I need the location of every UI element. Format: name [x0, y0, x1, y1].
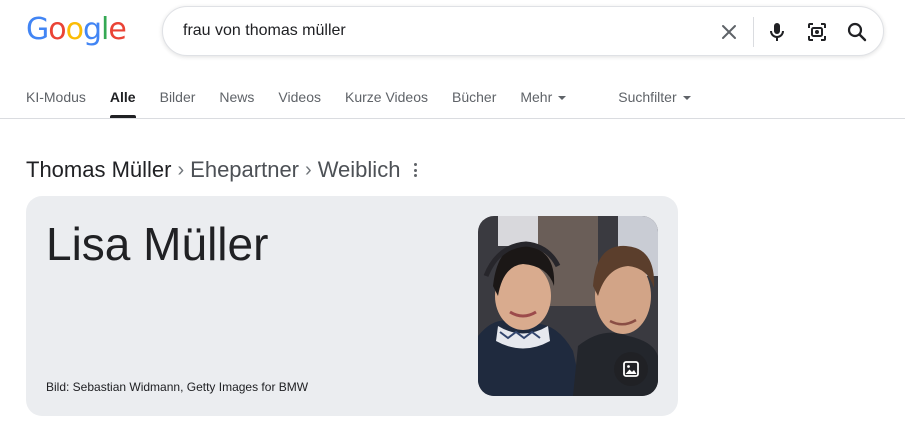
tab-suchfilter[interactable]: Suchfilter [618, 86, 691, 119]
tab-label: Alle [109, 89, 136, 105]
image-icon[interactable] [614, 352, 648, 386]
tab-alle[interactable]: Alle [109, 86, 136, 119]
answer-card: Lisa Müller Bild: Sebastian Widmann, Get… [26, 196, 678, 416]
tab-news[interactable]: News [219, 86, 254, 119]
search-icon[interactable] [845, 20, 869, 44]
caret-down-icon [682, 96, 691, 101]
tabs-divider [0, 118, 905, 119]
breadcrumb-root[interactable]: Thomas Müller [26, 156, 171, 184]
breadcrumb: Thomas Müller › Ehepartner › Weiblich [26, 156, 418, 184]
tab-label: Bilder [159, 89, 196, 105]
tab-ki-modus[interactable]: KI-Modus [26, 86, 86, 119]
tab-mehr[interactable]: Mehr [520, 86, 567, 119]
answer-title[interactable]: Lisa Müller [46, 216, 268, 272]
tab-videos[interactable]: Videos [278, 86, 321, 119]
search-tabs: KI-Modus Alle Bilder News Videos Kurze V… [26, 86, 691, 119]
image-credit: Bild: Sebastian Widmann, Getty Images fo… [46, 380, 309, 394]
search-input[interactable]: frau von thomas müller [183, 22, 346, 40]
tab-label: News [219, 89, 255, 105]
close-icon[interactable] [717, 20, 741, 44]
tab-buecher[interactable]: Bücher [452, 86, 496, 119]
google-logo[interactable]: Google [26, 12, 127, 48]
tab-label: Videos [278, 89, 321, 105]
microphone-icon[interactable] [765, 20, 789, 44]
tab-kurze-videos[interactable]: Kurze Videos [345, 86, 428, 119]
search-box-divider [753, 17, 754, 47]
tab-label: Kurze Videos [344, 89, 428, 105]
tab-label: Bücher [452, 89, 497, 105]
breadcrumb-item-ehepartner[interactable]: Ehepartner [190, 156, 299, 184]
tab-spacer [590, 86, 594, 119]
tab-label: Suchfilter [618, 89, 677, 105]
tab-label: Mehr [520, 89, 553, 105]
tab-label: KI-Modus [26, 89, 86, 105]
caret-down-icon [558, 96, 567, 101]
lens-camera-icon[interactable] [805, 20, 829, 44]
google-search-page: Google frau von thomas müller KI-Modus A… [0, 0, 905, 431]
breadcrumb-separator-icon: › [177, 159, 185, 181]
tab-bilder[interactable]: Bilder [160, 86, 196, 119]
search-box[interactable]: frau von thomas müller [162, 6, 884, 56]
breadcrumb-item-weiblich[interactable]: Weiblich [318, 156, 401, 184]
answer-photo[interactable] [478, 216, 658, 396]
breadcrumb-separator-icon: › [305, 159, 312, 181]
more-options-icon[interactable] [414, 163, 418, 177]
